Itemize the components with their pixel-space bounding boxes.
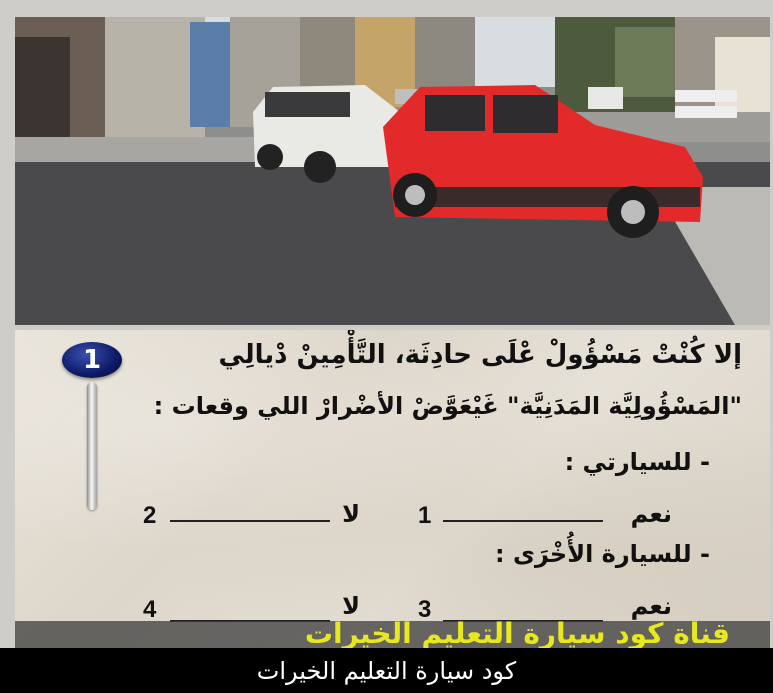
question-panel: 1 إلا كُنْتْ مَسْؤُولْ عْلَى حادِثَة، ال… xyxy=(15,330,770,648)
answer-line-1 xyxy=(443,520,603,522)
question-text-line-1: إلا كُنْتْ مَسْؤُولْ عْلَى حادِثَة، التَ… xyxy=(218,340,742,370)
option-label-no-2[interactable]: لا xyxy=(342,500,360,528)
option-number-2[interactable]: 2 xyxy=(143,502,156,530)
accident-photo xyxy=(15,17,770,325)
question-number-badge: 1 xyxy=(62,342,122,378)
option-number-4[interactable]: 4 xyxy=(143,596,156,624)
section-other-car: - للسيارة الأُخْرَى : xyxy=(495,540,710,568)
video-caption: كود سيارة التعليم الخيرات xyxy=(0,648,773,693)
option-label-yes-3[interactable]: نعم xyxy=(631,592,672,620)
section-my-car: - للسيارتي : xyxy=(564,448,710,476)
ticker-text: قناة كود سيارة التعليم الخيرات xyxy=(304,621,730,648)
scrolling-ticker: قناة كود سيارة التعليم الخيرات xyxy=(15,621,770,648)
question-progress-bar xyxy=(87,382,97,510)
option-label-yes-1[interactable]: نعم xyxy=(631,500,672,528)
option-number-3[interactable]: 3 xyxy=(418,596,431,624)
option-label-no-4[interactable]: لا xyxy=(342,592,360,620)
option-number-1[interactable]: 1 xyxy=(418,502,431,530)
answer-line-2 xyxy=(170,520,330,522)
question-text-line-2: "المَسْؤُولِيَّة المَدَنِيَّة" غَيْعَوَّ… xyxy=(153,392,742,420)
